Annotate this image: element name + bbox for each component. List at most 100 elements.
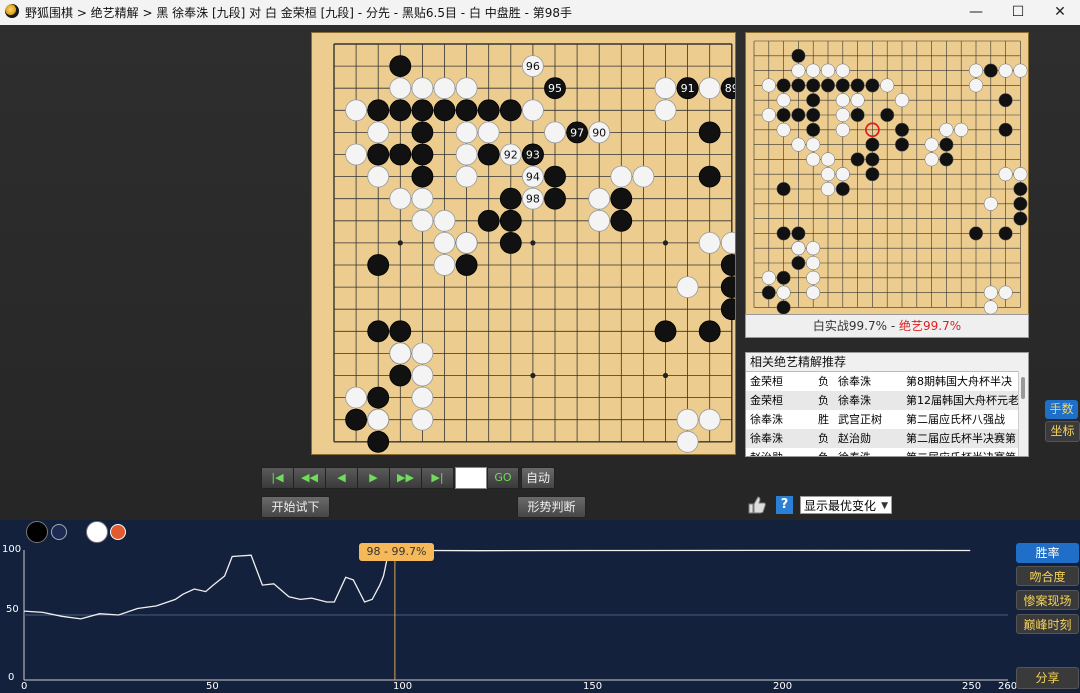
- close-button[interactable]: ✕: [1037, 0, 1080, 25]
- white-stone[interactable]: [654, 77, 677, 100]
- black-stone[interactable]: [455, 254, 478, 276]
- peak-moment-tab[interactable]: 巅峰时刻: [1016, 614, 1079, 634]
- black-stone[interactable]: [544, 187, 566, 210]
- black-stone[interactable]: [389, 364, 412, 387]
- prev-move-button[interactable]: ◀: [325, 467, 358, 489]
- record-row[interactable]: 徐奉洙 负赵治勋 第二届应氏杯半决赛第: [746, 429, 1028, 448]
- go-button[interactable]: GO: [487, 467, 519, 489]
- variation-select[interactable]: 显示最优变化 ▼: [800, 496, 892, 514]
- records-scrollbar[interactable]: [1018, 371, 1028, 456]
- record-row[interactable]: 金荣桓 负徐奉洙 第12届韩国大舟杯元老: [746, 391, 1028, 410]
- white-stone[interactable]: [433, 231, 456, 254]
- black-stone[interactable]: [499, 187, 522, 210]
- black-stone[interactable]: [477, 99, 500, 122]
- white-stone[interactable]: [698, 77, 721, 100]
- white-stone[interactable]: [433, 77, 456, 100]
- forward-five-button[interactable]: ▶▶: [389, 467, 422, 489]
- white-stone[interactable]: [433, 209, 456, 232]
- white-stone[interactable]: [367, 165, 390, 188]
- black-stone[interactable]: [720, 254, 743, 276]
- white-stone[interactable]: [411, 408, 434, 431]
- black-stone[interactable]: [367, 254, 390, 276]
- black-stone[interactable]: [499, 99, 522, 122]
- black-stone[interactable]: [389, 99, 412, 122]
- winrate-tab[interactable]: 胜率: [1016, 543, 1079, 563]
- move-number-toggle[interactable]: 手数: [1045, 400, 1078, 419]
- white-stone[interactable]: [345, 143, 367, 166]
- black-stone[interactable]: [367, 386, 390, 409]
- black-stone[interactable]: [389, 55, 412, 77]
- white-stone[interactable]: [389, 77, 412, 100]
- last-move-button[interactable]: ▶|: [421, 467, 454, 489]
- first-move-button[interactable]: |◀: [261, 467, 294, 489]
- white-stone[interactable]: [698, 231, 721, 254]
- help-icon[interactable]: ?: [776, 496, 793, 514]
- white-stone[interactable]: [610, 165, 633, 188]
- black-stone[interactable]: [411, 143, 434, 166]
- white-stone[interactable]: [411, 77, 434, 100]
- auto-play-button[interactable]: 自动: [521, 467, 555, 489]
- black-stone[interactable]: [367, 99, 390, 122]
- black-stone[interactable]: [433, 99, 456, 122]
- white-stone[interactable]: [455, 77, 478, 100]
- go-board[interactable]: 96 95 91 89 97 90 92 93 94 98: [311, 32, 743, 455]
- black-stone[interactable]: [499, 209, 522, 232]
- white-stone[interactable]: [455, 143, 478, 166]
- black-stone[interactable]: [411, 99, 434, 122]
- white-stone[interactable]: [345, 386, 367, 409]
- white-stone[interactable]: [588, 209, 611, 232]
- try-play-button[interactable]: 开始试下: [261, 496, 330, 518]
- match-rate-tab[interactable]: 吻合度: [1016, 566, 1079, 586]
- white-stone[interactable]: [544, 121, 566, 144]
- white-stone[interactable]: [588, 187, 611, 210]
- white-stone[interactable]: [389, 187, 412, 210]
- white-stone[interactable]: [720, 231, 743, 254]
- move-number-input[interactable]: [455, 467, 487, 489]
- maximize-button[interactable]: ☐: [995, 0, 1041, 25]
- white-stone[interactable]: [455, 121, 478, 144]
- white-stone[interactable]: [676, 408, 699, 431]
- white-stone[interactable]: [698, 408, 721, 431]
- white-stone[interactable]: [654, 99, 677, 122]
- back-five-button[interactable]: ◀◀: [293, 467, 326, 489]
- blunder-tab[interactable]: 惨案现场: [1016, 590, 1079, 610]
- white-stone[interactable]: [411, 342, 434, 365]
- white-stone[interactable]: [411, 364, 434, 387]
- white-stone[interactable]: [455, 165, 478, 188]
- record-row[interactable]: 金荣桓 负徐奉洙 第8期韩国大舟杯半决: [746, 372, 1028, 391]
- winrate-chart[interactable]: [0, 520, 1010, 693]
- white-stone[interactable]: [521, 99, 544, 122]
- thumbs-up-icon[interactable]: [747, 495, 767, 515]
- white-stone[interactable]: [455, 231, 478, 254]
- black-stone[interactable]: [455, 99, 478, 122]
- black-stone[interactable]: [411, 165, 434, 188]
- coordinates-toggle[interactable]: 坐标: [1045, 421, 1080, 442]
- white-stone[interactable]: [433, 254, 456, 276]
- black-stone[interactable]: [698, 320, 721, 343]
- share-button[interactable]: 分享: [1016, 667, 1079, 689]
- record-row[interactable]: 赵治勋 负 徐奉洙 第二届应氏杯半决赛第: [746, 448, 1028, 456]
- white-stone[interactable]: [411, 209, 434, 232]
- black-stone[interactable]: [367, 430, 390, 453]
- black-stone[interactable]: [610, 187, 633, 210]
- white-stone[interactable]: [367, 408, 390, 431]
- black-stone[interactable]: [610, 209, 633, 232]
- black-stone[interactable]: [477, 143, 500, 166]
- black-stone[interactable]: [698, 121, 721, 144]
- black-stone[interactable]: [654, 320, 677, 343]
- situation-judge-button[interactable]: 形势判断: [517, 496, 586, 518]
- white-stone[interactable]: [676, 276, 699, 299]
- black-stone[interactable]: [544, 165, 566, 188]
- black-stone[interactable]: [389, 143, 412, 166]
- black-stone[interactable]: [499, 231, 522, 254]
- white-stone[interactable]: [367, 121, 390, 144]
- minimize-button[interactable]: —: [953, 0, 999, 25]
- white-stone[interactable]: [477, 121, 500, 144]
- black-stone[interactable]: [698, 165, 721, 188]
- next-move-button[interactable]: ▶: [357, 467, 390, 489]
- scroll-thumb[interactable]: [1021, 377, 1025, 399]
- record-row[interactable]: 徐奉洙 胜武宫正树 第二届应氏杯八强战: [746, 410, 1028, 429]
- black-stone[interactable]: [367, 320, 390, 343]
- white-stone[interactable]: [345, 99, 367, 122]
- white-stone[interactable]: [389, 342, 412, 365]
